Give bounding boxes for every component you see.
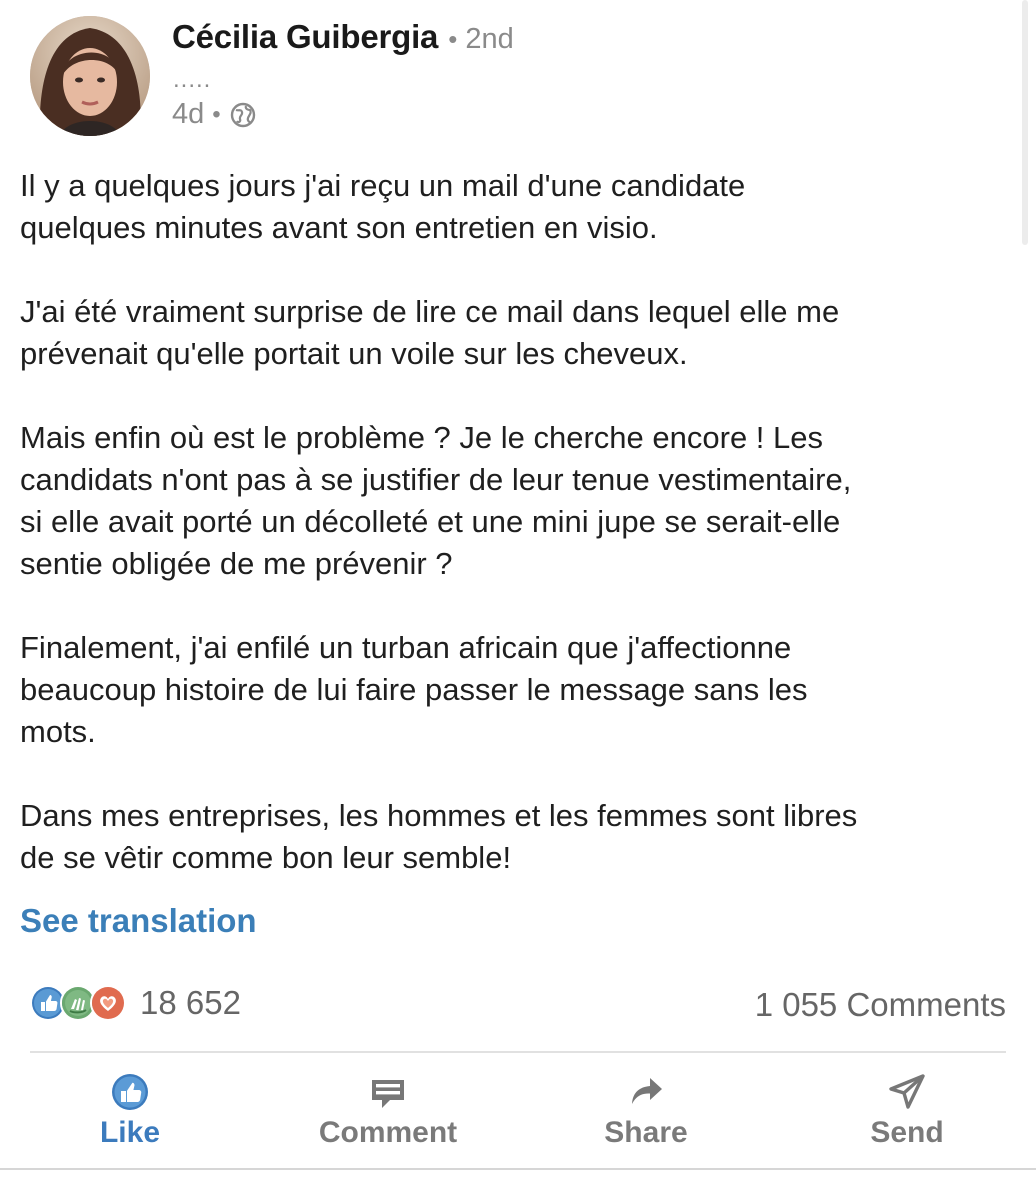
- post-paragraph: Il y a quelques jours j'ai reçu un mail …: [20, 168, 746, 245]
- post-paragraph: J'ai été vraiment surprise de lire ce ma…: [20, 294, 840, 371]
- post-paragraph: Mais enfin où est le problème ? Je le ch…: [20, 420, 852, 581]
- scroll-indicator[interactable]: [1022, 0, 1028, 245]
- degree-separator: •: [448, 24, 458, 54]
- like-icon: [112, 1074, 148, 1110]
- divider: [30, 1051, 1006, 1053]
- post-meta: 4d •: [172, 98, 257, 131]
- globe-icon: [229, 101, 257, 129]
- meta-separator: •: [212, 100, 221, 128]
- author-headline: .....: [173, 66, 212, 93]
- post-time: 4d: [172, 98, 205, 130]
- share-button[interactable]: Share: [596, 1072, 696, 1150]
- send-label: Send: [870, 1116, 944, 1149]
- post-paragraph: Finalement, j'ai enfilé un turban africa…: [20, 630, 808, 749]
- author-line: Cécilia Guibergia • 2nd: [172, 18, 514, 56]
- comment-icon: [372, 1080, 404, 1108]
- avatar-photo: [30, 16, 150, 136]
- like-button[interactable]: Like: [94, 1072, 166, 1150]
- like-label: Like: [99, 1116, 161, 1149]
- comment-label: Comment: [318, 1116, 458, 1149]
- reactions-summary[interactable]: 18 652: [30, 984, 241, 1022]
- author-name[interactable]: Cécilia Guibergia: [172, 18, 438, 56]
- share-label: Share: [604, 1116, 688, 1149]
- post-paragraph: Dans mes entreprises, les hommes et les …: [20, 798, 858, 875]
- post-text: Il y a quelques jours j'ai reçu un mail …: [20, 165, 1020, 921]
- connection-degree: 2nd: [465, 23, 514, 55]
- share-icon: [632, 1078, 662, 1104]
- send-icon: [889, 1074, 925, 1109]
- bottom-divider: [0, 1168, 1036, 1170]
- avatar[interactable]: [30, 16, 150, 136]
- comments-count[interactable]: 1 055 Comments: [755, 986, 1006, 1024]
- love-reaction-icon: [90, 985, 126, 1021]
- comment-button[interactable]: Comment: [308, 1072, 468, 1150]
- reaction-count[interactable]: 18 652: [140, 984, 241, 1022]
- see-translation-link[interactable]: See translation: [20, 902, 257, 940]
- send-button[interactable]: Send: [862, 1072, 952, 1150]
- feed-post: Cécilia Guibergia • 2nd ..... 4d • Il y …: [0, 0, 1036, 1200]
